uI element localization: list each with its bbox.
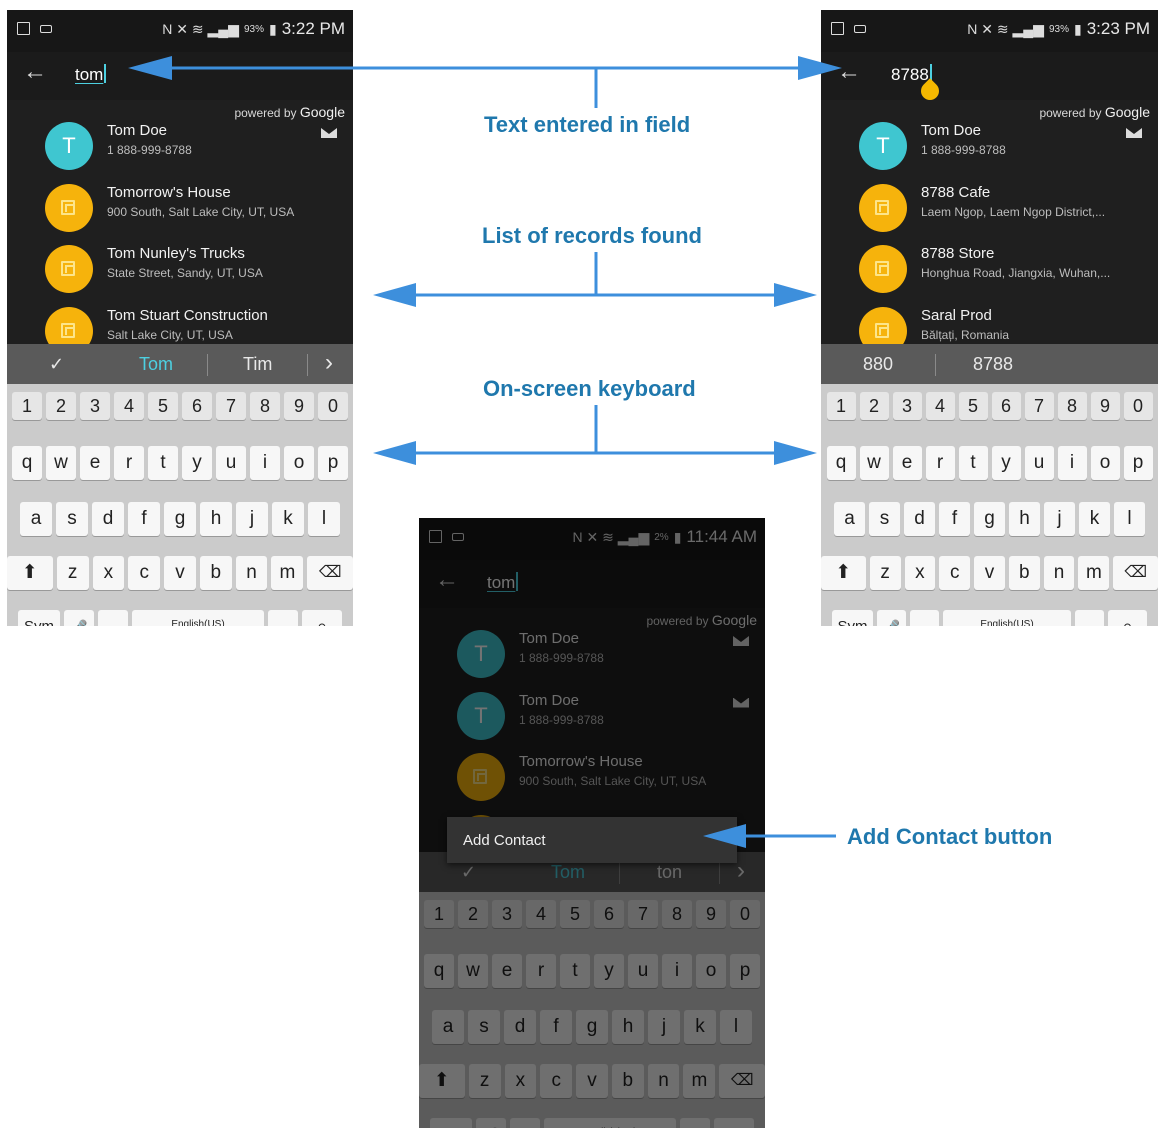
arrowhead-left [128,56,172,80]
arrowhead-right [774,441,817,465]
arrowhead-right [798,56,842,80]
arrowhead-left [373,283,416,307]
annotation-arrows [128,56,842,848]
arrowhead-left [703,824,746,848]
arrowhead-right [774,283,817,307]
arrowhead-left [373,441,416,465]
